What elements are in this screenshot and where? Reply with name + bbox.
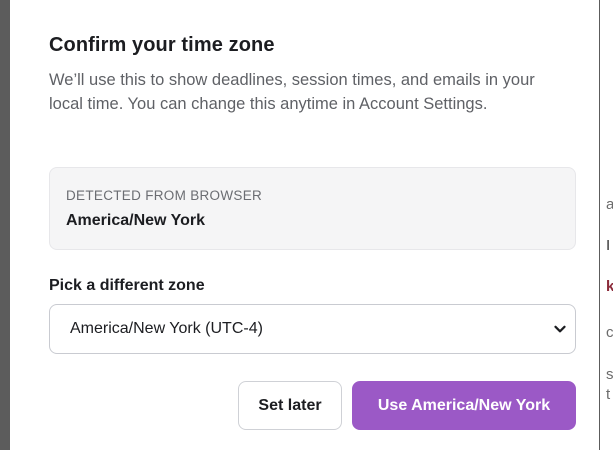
- detected-timezone-value: America/New York: [66, 212, 206, 229]
- detected-timezone-panel: DETECTED FROM BROWSER America/New York: [49, 167, 576, 250]
- background-text-fragment: c: [606, 324, 613, 341]
- background-text-fragment: k: [606, 278, 613, 295]
- modal-description: We’ll use this to show deadlines, sessio…: [49, 71, 535, 113]
- use-detected-timezone-button[interactable]: Use America/New York: [352, 381, 576, 430]
- background-text-fragment: s: [606, 366, 613, 383]
- set-later-button[interactable]: Set later: [238, 381, 342, 430]
- timezone-select-value: America/New York (UTC-4): [70, 320, 263, 337]
- timezone-select[interactable]: America/New York (UTC-4): [49, 304, 576, 354]
- chevron-down-icon: [554, 325, 566, 333]
- background-text-fragment: t: [606, 386, 611, 403]
- pick-zone-label: Pick a different zone: [49, 277, 205, 294]
- background-text-fragment: I: [606, 237, 611, 254]
- detected-label: DETECTED FROM BROWSER: [66, 188, 263, 203]
- background-text-fragment: a: [606, 196, 613, 213]
- modal-title: Confirm your time zone: [49, 34, 275, 56]
- background-page-strip: a I k c s t: [600, 0, 613, 450]
- timezone-modal: Confirm your time zone We’ll use this to…: [10, 0, 599, 450]
